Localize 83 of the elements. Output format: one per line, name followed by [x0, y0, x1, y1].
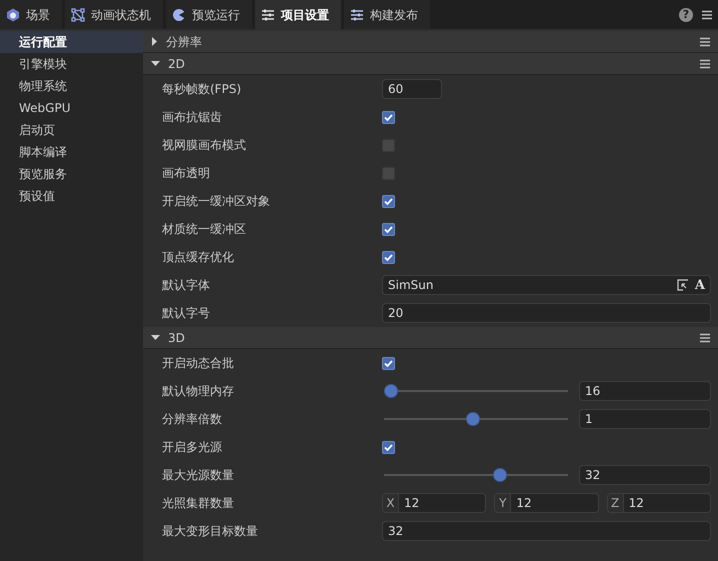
property-label: 开启统一缓冲区对象	[162, 193, 271, 210]
property-label: 视网膜画布模式	[162, 137, 247, 154]
caret-right-icon	[151, 37, 158, 46]
node-graph-icon	[71, 8, 85, 22]
property-label: 最大光源数量	[162, 467, 235, 484]
hexagon-icon	[6, 8, 20, 22]
menu-icon[interactable]	[702, 10, 712, 20]
section-title: 2D	[168, 56, 186, 72]
check-icon	[383, 252, 394, 262]
input-field[interactable]: 60	[382, 79, 442, 99]
property-label: 开启多光源	[162, 439, 223, 456]
property-label: 最大变形目标数量	[162, 523, 259, 540]
vector-field[interactable]: Y 12	[494, 493, 599, 513]
axis-label: Z	[608, 494, 624, 512]
vector-field[interactable]: X 12	[382, 493, 486, 513]
checkbox[interactable]	[382, 194, 395, 208]
property-label: 顶点缓存优化	[162, 249, 235, 266]
checkbox[interactable]	[382, 166, 395, 180]
property-label: 画布抗锯齿	[162, 109, 223, 126]
property-label: 开启动态合批	[162, 355, 235, 372]
menu-icon	[700, 58, 710, 68]
help-button[interactable]: ?	[679, 8, 693, 22]
menu-icon	[700, 332, 710, 342]
sliders-icon	[261, 8, 275, 22]
slider-thumb[interactable]	[492, 468, 507, 482]
property-label: 默认物理内存	[162, 383, 235, 400]
sidebar-item[interactable]: 启动页	[0, 119, 143, 141]
section-title: 3D	[168, 330, 186, 346]
axis-value: 12	[628, 495, 644, 512]
section-header[interactable]: 3D	[143, 327, 718, 349]
property-label: 材质统一缓冲区	[162, 221, 247, 238]
checkbox[interactable]	[382, 440, 395, 454]
caret-down-icon	[151, 334, 160, 341]
property-label: 光照集群数量	[162, 495, 235, 512]
tab[interactable]: 构建发布	[344, 0, 430, 29]
property-label: 分辨率倍数	[162, 411, 223, 428]
checkbox[interactable]	[382, 110, 395, 124]
property-label: 默认字体	[162, 277, 211, 294]
input-field[interactable]: 20	[382, 303, 711, 323]
checkbox[interactable]	[382, 356, 395, 370]
axis-value: 12	[403, 495, 420, 512]
property-label: 画布透明	[162, 165, 211, 182]
slider-thumb[interactable]	[466, 412, 480, 426]
font-button[interactable]: A	[694, 278, 705, 292]
sliders-icon	[350, 8, 364, 22]
section-header[interactable]: 分辨率	[143, 31, 718, 53]
check-icon	[383, 196, 394, 206]
check-icon	[383, 224, 394, 234]
tab[interactable]: 场景	[0, 0, 62, 29]
sidebar-item[interactable]: 物理系统	[0, 75, 143, 97]
section-header[interactable]: 2D	[143, 53, 718, 75]
section-title: 分辨率	[166, 34, 203, 50]
check-icon	[383, 442, 394, 452]
pie-icon	[172, 8, 186, 22]
sidebar-item[interactable]: 引擎模块	[0, 53, 143, 75]
check-icon	[383, 358, 394, 368]
input-field[interactable]: 1	[579, 409, 711, 429]
slider-thumb[interactable]	[384, 384, 398, 398]
check-icon	[383, 112, 394, 122]
axis-label: X	[383, 494, 399, 512]
tab[interactable]: 预览运行	[166, 0, 252, 29]
pick-icon	[676, 279, 689, 291]
sidebar-item[interactable]: WebGPU	[0, 97, 143, 119]
property-label: 默认字号	[162, 305, 211, 322]
sidebar-item[interactable]: 预设值	[0, 185, 143, 207]
caret-down-icon	[151, 60, 160, 67]
sidebar-item[interactable]: 运行配置	[0, 31, 143, 53]
axis-value: 12	[515, 495, 532, 512]
input-field[interactable]: 32	[382, 521, 711, 541]
checkbox[interactable]	[382, 250, 395, 264]
sidebar-item[interactable]: 预览服务	[0, 163, 143, 185]
menu-icon	[700, 36, 710, 46]
tab[interactable]: 项目设置	[255, 0, 341, 29]
checkbox[interactable]	[382, 138, 395, 152]
input-field[interactable]: SimSun A	[382, 275, 711, 295]
property-label: 每秒帧数(FPS)	[162, 81, 242, 98]
input-field[interactable]: 32	[579, 465, 711, 485]
axis-label: Y	[495, 494, 512, 512]
tab[interactable]: 动画状态机	[65, 0, 163, 29]
checkbox[interactable]	[382, 222, 395, 236]
sidebar-item[interactable]: 脚本编译	[0, 141, 143, 163]
vector-field[interactable]: Z 12	[606, 493, 711, 513]
input-field[interactable]: 16	[579, 381, 711, 401]
